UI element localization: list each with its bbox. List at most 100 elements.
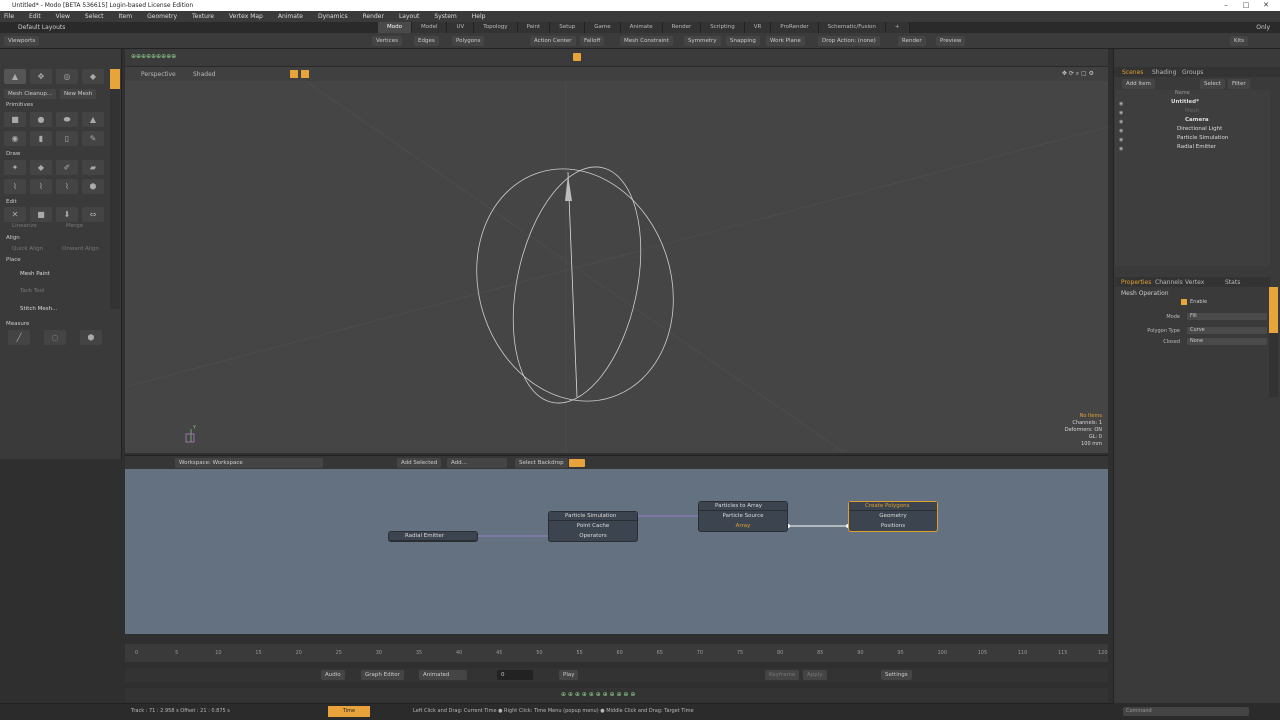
add-tab-button[interactable]: + xyxy=(885,22,910,33)
snap-toggle-icon[interactable] xyxy=(573,53,581,61)
ruler-icon[interactable]: ╱ xyxy=(8,330,30,345)
tab-stats[interactable]: Stats xyxy=(1225,279,1240,286)
tube-icon[interactable]: ▯ xyxy=(56,131,78,146)
node-view-toggle-icon[interactable] xyxy=(569,459,585,467)
falloff-button[interactable]: Falloff xyxy=(580,36,605,46)
menu-geometry[interactable]: Geometry xyxy=(147,11,177,22)
draw-tool-4-icon[interactable]: ▰ xyxy=(82,160,104,175)
node-particles-to-array[interactable]: Particles to Array Particle Source Array xyxy=(698,501,788,532)
mesh-paint-button[interactable]: Mesh Paint xyxy=(20,271,50,277)
curve-tool-1-icon[interactable]: ⌇ xyxy=(4,179,26,194)
linearize-button[interactable]: Linearize xyxy=(12,223,37,229)
port-point-cache[interactable]: Point Cache xyxy=(549,521,637,531)
closed-dropdown[interactable]: None xyxy=(1187,338,1267,345)
timeline[interactable]: 0 5 10 15 20 25 30 35 40 45 50 55 60 65 70 75 80 85 90 95 10… xyxy=(125,644,1108,662)
tab-scenes[interactable]: Scenes xyxy=(1122,69,1143,76)
3d-viewport[interactable]: Perspective Shaded ✥ ⟳ ⌕ ▢ ⚙ No Items Ch… xyxy=(125,67,1108,453)
pen-icon[interactable]: ✎ xyxy=(82,131,104,146)
tab-model[interactable]: Model xyxy=(411,22,448,33)
box-measure-icon[interactable]: ⬢ xyxy=(80,330,102,345)
new-mesh-button[interactable]: New Mesh xyxy=(60,89,97,99)
workspace-dropdown[interactable]: Workspace: Workspace xyxy=(175,458,323,468)
close-icon[interactable]: ✕ xyxy=(1256,0,1276,11)
tree-item-radial-emitter[interactable]: Radial Emitter xyxy=(1177,144,1216,150)
tab-render[interactable]: Render xyxy=(662,22,702,33)
curve-tool-4-icon[interactable]: ⬢ xyxy=(82,179,104,194)
work-plane-button[interactable]: Work Plane xyxy=(766,36,805,46)
node-create-polygons[interactable]: Create Polygons Geometry Positions xyxy=(848,501,938,532)
visibility-eye-icons[interactable]: ◉ ◉ ◉ ◉ ◉ ◉ xyxy=(1119,100,1125,154)
edit-tool-3-icon[interactable]: ⬇ xyxy=(56,207,78,222)
cylinder-icon[interactable]: ▮ xyxy=(30,131,52,146)
audio-button[interactable]: Audio xyxy=(321,670,345,680)
time-button[interactable]: Time xyxy=(328,706,370,717)
add-item-button[interactable]: Add Item xyxy=(1122,79,1155,89)
kits-button[interactable]: Kits xyxy=(1230,36,1249,46)
menu-animate[interactable]: Animate xyxy=(278,11,303,22)
shading-dropdown[interactable]: Shaded xyxy=(193,71,216,78)
settings-button[interactable]: Settings xyxy=(881,670,912,680)
tree-item-directional-light[interactable]: Directional Light xyxy=(1177,126,1222,132)
snapping-button[interactable]: Snapping xyxy=(726,36,760,46)
viewports-button[interactable]: Viewports xyxy=(4,36,40,46)
port-geometry[interactable]: Geometry xyxy=(849,511,937,521)
rotate-tool-icon[interactable]: ◎ xyxy=(56,69,78,84)
tree-item-particle-simulation[interactable]: Particle Simulation xyxy=(1177,135,1228,141)
tab-animate[interactable]: Animate xyxy=(620,22,663,33)
menu-select[interactable]: Select xyxy=(85,11,104,22)
node-particle-simulation[interactable]: Particle Simulation Point Cache Operator… xyxy=(548,511,638,542)
node-radial-emitter[interactable]: Radial Emitter xyxy=(388,531,478,542)
graph-editor-button[interactable]: Graph Editor xyxy=(361,670,404,680)
cone-icon[interactable]: ▲ xyxy=(82,112,104,127)
menu-file[interactable]: File xyxy=(4,11,14,22)
select-tool-icon[interactable]: ▲ xyxy=(4,69,26,84)
view-mode-dropdown[interactable]: Perspective xyxy=(141,71,176,78)
menu-view[interactable]: View xyxy=(56,11,70,22)
move-tool-icon[interactable]: ✥ xyxy=(30,69,52,84)
overlay-warning2-icon[interactable] xyxy=(301,70,309,78)
add-selected-button[interactable]: Add Selected xyxy=(397,458,442,468)
minimize-icon[interactable]: – xyxy=(1216,0,1236,11)
capsule-icon[interactable]: ⬬ xyxy=(56,112,78,127)
port-array[interactable]: Array xyxy=(699,521,787,531)
select-button[interactable]: Select xyxy=(1200,79,1225,89)
keyframe-button[interactable]: Keyframe xyxy=(765,670,800,680)
polygon-type-dropdown[interactable]: Curve xyxy=(1187,327,1267,334)
mesh-constraint-button[interactable]: Mesh Constraint xyxy=(620,36,673,46)
menu-item[interactable]: Item xyxy=(118,11,132,22)
tab-prorender[interactable]: ProRender xyxy=(771,22,819,33)
drop-action-button[interactable]: Drop Action: (none) xyxy=(818,36,880,46)
overlay-warning-icon[interactable] xyxy=(290,70,298,78)
tab-topology[interactable]: Topology xyxy=(474,22,518,33)
viewport-nav-icons[interactable]: ✥ ⟳ ⌕ ▢ ⚙ xyxy=(1062,70,1094,78)
merge-button[interactable]: Merge xyxy=(66,223,83,229)
filter-button[interactable]: Filter xyxy=(1228,79,1250,89)
draw-tool-3-icon[interactable]: ✐ xyxy=(56,160,78,175)
polygons-button[interactable]: Polygons xyxy=(452,36,485,46)
menu-system[interactable]: System xyxy=(434,11,456,22)
frame-field[interactable]: 0 xyxy=(497,670,533,680)
menu-vertex-map[interactable]: Vertex Map xyxy=(229,11,263,22)
edit-tool-1-icon[interactable]: ✕ xyxy=(4,207,26,222)
tree-item-camera[interactable]: Camera xyxy=(1185,117,1209,123)
layout-name[interactable]: Default Layouts xyxy=(18,22,65,33)
menu-render[interactable]: Render xyxy=(363,11,384,22)
port-operators[interactable]: Operators xyxy=(549,531,637,541)
torus-icon[interactable]: ◉ xyxy=(4,131,26,146)
select-backdrop-button[interactable]: Select Backdrop xyxy=(515,458,568,468)
draw-tool-2-icon[interactable]: ◆ xyxy=(30,160,52,175)
menu-help[interactable]: Help xyxy=(472,11,486,22)
command-input[interactable]: Command xyxy=(1123,707,1249,716)
cube-icon[interactable]: ■ xyxy=(4,112,26,127)
edit-tool-4-icon[interactable]: ⇔ xyxy=(82,207,104,222)
play-button[interactable]: Play xyxy=(559,670,579,680)
mode-dropdown[interactable]: Fill xyxy=(1187,313,1267,320)
curve-tool-3-icon[interactable]: ⌇ xyxy=(56,179,78,194)
bottom-tool-icons[interactable]: ⊕ ⊕ ⊕ ⊕ ⊕ ⊕ ⊕ ⊕ ⊕ ⊕ ⊕ xyxy=(561,691,635,698)
vertices-button[interactable]: Vertices xyxy=(372,36,402,46)
tab-vr[interactable]: VR xyxy=(744,22,772,33)
tab-groups[interactable]: Groups xyxy=(1182,69,1203,76)
tab-scripting[interactable]: Scripting xyxy=(701,22,745,33)
tab-modo[interactable]: Modo xyxy=(378,22,412,33)
caliper-icon[interactable]: ◌ xyxy=(44,330,66,345)
